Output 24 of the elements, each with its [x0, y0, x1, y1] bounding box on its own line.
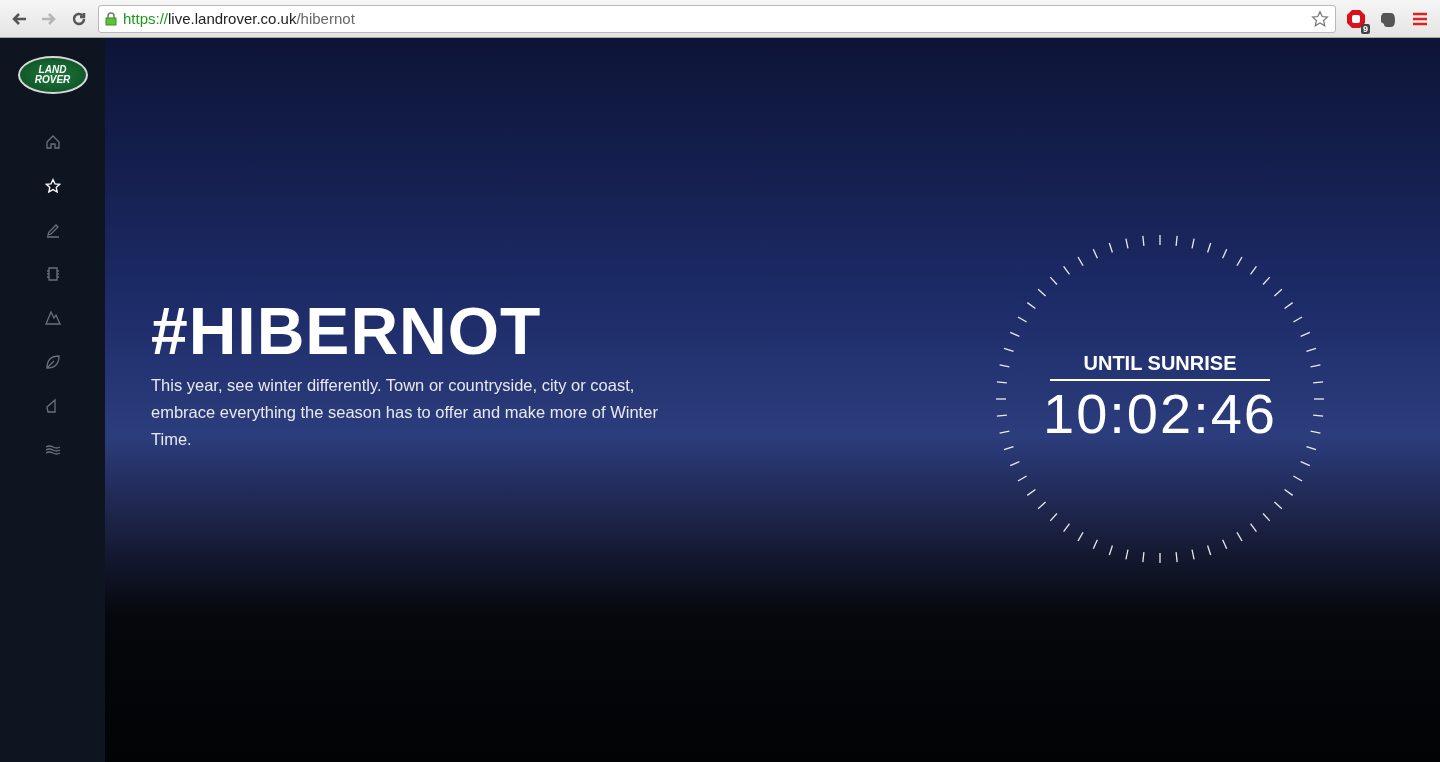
- reload-icon: [71, 10, 87, 27]
- star-icon: [44, 178, 61, 194]
- logo-text: LAND: [38, 65, 67, 75]
- logo-text: ROVER: [34, 75, 71, 85]
- hero-title: #HIBERNOT: [151, 297, 543, 364]
- count-badge: 9: [1361, 23, 1370, 34]
- lock-icon: [105, 11, 117, 26]
- logo[interactable]: LAND ROVER: [17, 56, 88, 94]
- countdown-time: 10:02:46: [1043, 381, 1277, 446]
- star-icon[interactable]: [1311, 9, 1329, 28]
- hero-text: This year, see winter differently. Town or countryside, city or coast, embrace everything the season has to offer and make more of Winter Time.: [151, 374, 659, 450]
- extension-button[interactable]: 9: [1344, 6, 1368, 31]
- url-text: https://live.landrover.co.uk/hibernot: [123, 10, 355, 27]
- countdown-label: UNTIL SUNRISE: [1049, 352, 1271, 381]
- forward-arrow-icon: [41, 11, 57, 26]
- address-bar[interactable]: https://live.landrover.co.uk/hibernot: [98, 4, 1336, 33]
- pencil-icon: [44, 222, 61, 238]
- chip-icon: [44, 266, 61, 282]
- home-icon: [44, 134, 61, 150]
- mountain-icon: [44, 310, 61, 326]
- menu-icon: [1413, 11, 1427, 26]
- back-arrow-icon: [11, 11, 27, 26]
- leaf-icon: [44, 354, 61, 370]
- waves-icon: [44, 442, 61, 458]
